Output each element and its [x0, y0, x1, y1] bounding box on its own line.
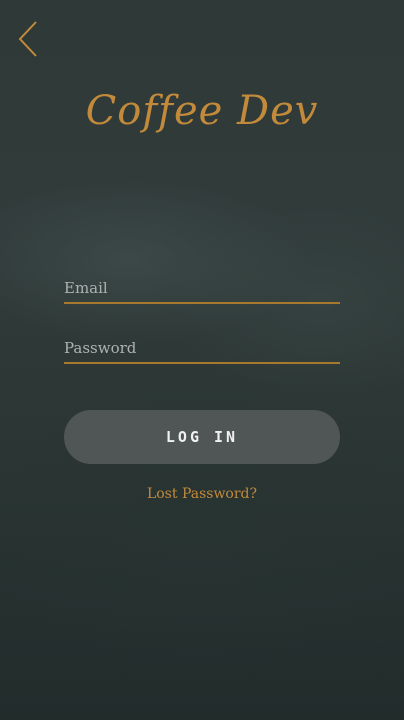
password-input[interactable]: [64, 334, 340, 362]
app-title: Coffee Dev: [85, 88, 319, 134]
password-field: [64, 334, 340, 364]
email-input[interactable]: [64, 274, 340, 302]
login-button[interactable]: LOG IN: [64, 410, 340, 464]
chevron-left-icon: [18, 21, 37, 57]
email-field: [64, 274, 340, 304]
lost-password-link[interactable]: Lost Password?: [0, 486, 404, 502]
back-button[interactable]: [16, 20, 46, 58]
